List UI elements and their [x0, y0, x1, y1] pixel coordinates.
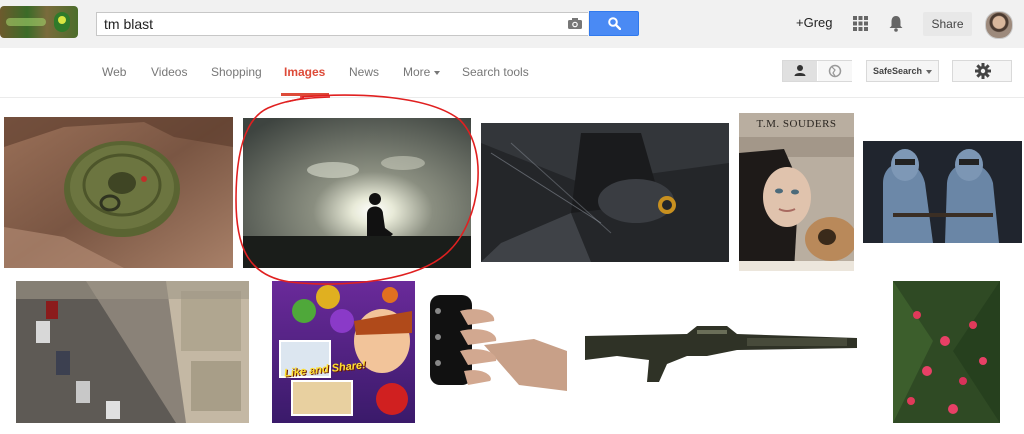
globe-icon [828, 64, 842, 78]
image-result-landmine[interactable] [4, 117, 233, 268]
settings-button[interactable] [952, 60, 1012, 82]
person-icon [794, 65, 806, 76]
tab-more-label: More [403, 65, 431, 79]
personal-results-button[interactable] [783, 61, 817, 81]
chevron-down-icon [434, 70, 441, 75]
results-view-toggle [782, 60, 852, 82]
image-result-game-ad[interactable]: Like and Share! [272, 281, 415, 423]
apps-grid-icon[interactable] [853, 16, 868, 31]
top-bar: +Greg Share [0, 0, 1024, 48]
tab-web[interactable]: Web [102, 65, 126, 79]
search-input[interactable] [104, 13, 554, 35]
gear-icon [975, 63, 991, 79]
notifications-bell-icon[interactable] [888, 15, 904, 32]
share-button[interactable]: Share [923, 12, 972, 36]
tab-images[interactable]: Images [284, 65, 325, 79]
avatar[interactable] [985, 11, 1013, 39]
camera-icon[interactable] [568, 18, 582, 29]
active-tab-indicator [281, 93, 329, 96]
google-doodle-logo[interactable] [0, 6, 78, 38]
tab-news[interactable]: News [349, 65, 379, 79]
book-cover-title: T.M. SOUDERS [756, 118, 837, 130]
image-result-aerial-street[interactable] [16, 281, 249, 423]
image-result-book-cover[interactable]: T.M. SOUDERS [739, 113, 854, 271]
tab-videos[interactable]: Videos [151, 65, 187, 79]
search-icon [608, 17, 621, 30]
image-result-sunset-silhouette[interactable] [243, 118, 471, 268]
image-result-stun-gun[interactable] [424, 281, 567, 423]
search-box [96, 12, 588, 36]
safesearch-label: SafeSearch [873, 66, 923, 76]
image-result-dark-machine[interactable] [481, 123, 729, 262]
search-tools-button[interactable]: Search tools [462, 65, 529, 79]
user-profile-link[interactable]: +Greg [796, 15, 833, 30]
search-nav-bar: Web Videos Shopping Images News More Sea… [0, 48, 1024, 98]
tab-more[interactable]: More [403, 65, 441, 79]
chevron-down-icon [926, 69, 933, 74]
safesearch-dropdown[interactable]: SafeSearch [866, 60, 939, 82]
global-results-button[interactable] [818, 61, 852, 81]
image-result-hooded-figures[interactable] [863, 113, 1022, 271]
tab-shopping[interactable]: Shopping [211, 65, 262, 79]
image-result-shotgun[interactable] [577, 316, 862, 389]
image-result-red-flowers[interactable] [893, 281, 1000, 423]
search-button[interactable] [589, 11, 639, 36]
